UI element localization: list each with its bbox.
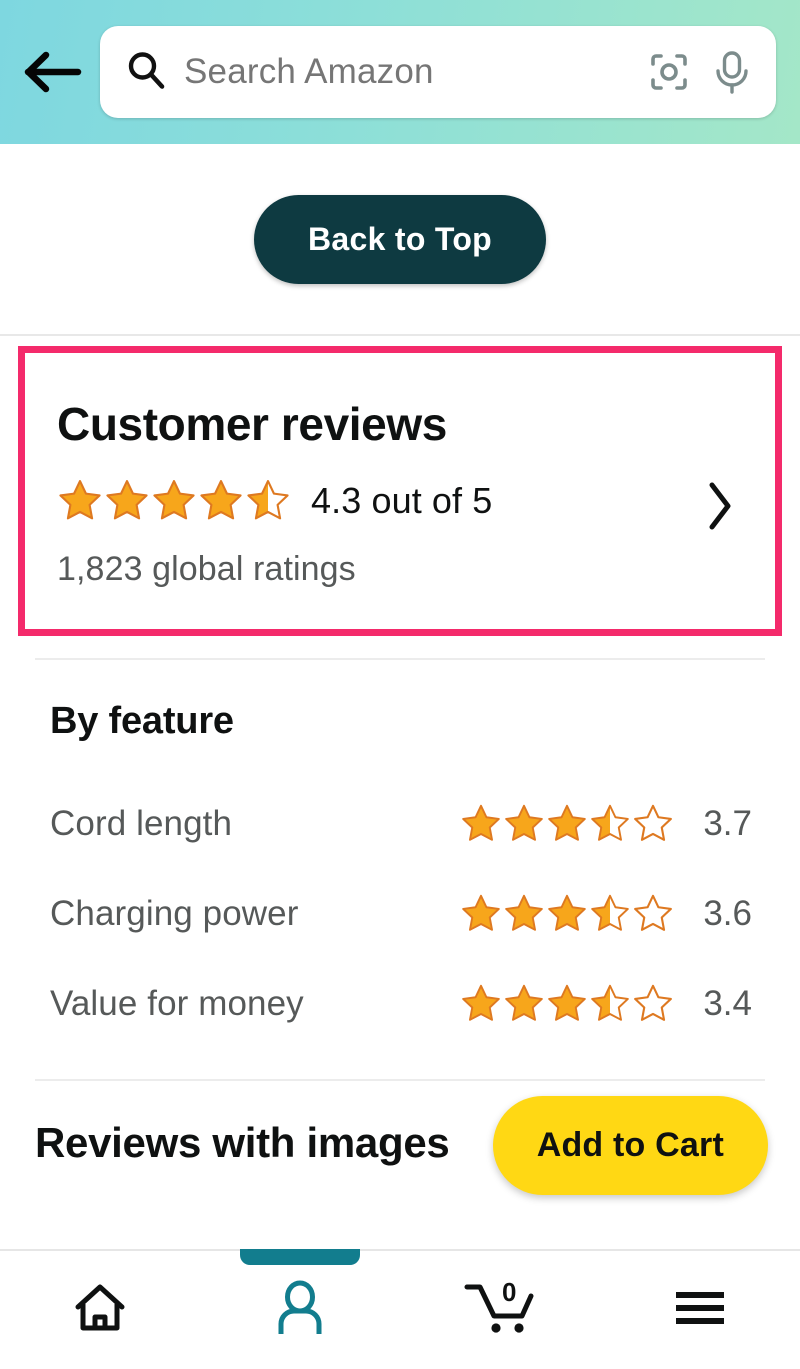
feature-stars bbox=[460, 893, 674, 935]
hamburger-icon bbox=[671, 1286, 729, 1335]
feature-score: 3.6 bbox=[703, 893, 752, 933]
overall-rating-stars bbox=[57, 478, 291, 524]
by-feature-section: By feature Cord length 3.7 Charging powe… bbox=[0, 660, 800, 1049]
back-to-top-section: Back to Top bbox=[0, 144, 800, 334]
overall-rating-row: 4.3 out of 5 bbox=[57, 478, 695, 524]
global-ratings-count: 1,823 global ratings bbox=[57, 549, 356, 588]
feature-score: 3.4 bbox=[703, 983, 752, 1023]
feature-stars bbox=[460, 803, 674, 845]
feature-label: Cord length bbox=[50, 803, 233, 843]
search-icon bbox=[126, 50, 166, 95]
feature-row: Value for money 3.4 bbox=[50, 959, 752, 1049]
bottom-navigation-bar: 0 bbox=[0, 1249, 800, 1369]
by-feature-heading: By feature bbox=[50, 699, 234, 742]
feature-row: Charging power 3.6 bbox=[50, 869, 752, 959]
section-divider-byfeature bbox=[35, 1078, 765, 1081]
chevron-right-icon[interactable] bbox=[695, 472, 745, 545]
add-to-cart-button[interactable]: Add to Cart bbox=[492, 1096, 768, 1195]
search-bar[interactable]: Search Amazon bbox=[100, 26, 776, 118]
feature-score: 3.7 bbox=[703, 803, 752, 843]
feature-rating: 3.7 bbox=[460, 803, 752, 845]
cart-count-badge: 0 bbox=[502, 1277, 517, 1307]
overall-rating-text: 4.3 out of 5 bbox=[311, 479, 493, 521]
feature-rating: 3.4 bbox=[460, 983, 752, 1025]
back-arrow-icon[interactable] bbox=[22, 41, 84, 103]
feature-rating: 3.6 bbox=[460, 893, 752, 935]
feature-label: Value for money bbox=[50, 983, 304, 1023]
home-icon bbox=[72, 1280, 128, 1341]
cart-icon bbox=[463, 1278, 537, 1343]
app-header: Search Amazon bbox=[0, 0, 800, 144]
amazon-product-reviews-screen: Search Amazon Back to Top Customer revie… bbox=[0, 0, 800, 1369]
active-tab-indicator bbox=[240, 1249, 360, 1265]
nav-item-account[interactable] bbox=[200, 1249, 400, 1369]
nav-item-cart[interactable]: 0 bbox=[400, 1251, 600, 1369]
feature-label: Charging power bbox=[50, 893, 299, 933]
back-to-top-button[interactable]: Back to Top bbox=[253, 194, 547, 284]
customer-reviews-card[interactable]: Customer reviews 4.3 out of 5 1,823 glob… bbox=[18, 346, 782, 636]
feature-stars bbox=[460, 983, 674, 1025]
customer-reviews-content: Customer reviews 4.3 out of 5 1,823 glob… bbox=[57, 399, 695, 589]
person-icon bbox=[273, 1280, 327, 1341]
nav-item-home[interactable] bbox=[0, 1251, 200, 1369]
page-title: Customer reviews bbox=[57, 398, 447, 450]
feature-row: Cord length 3.7 bbox=[50, 779, 752, 869]
section-divider-top bbox=[0, 334, 800, 336]
microphone-icon[interactable] bbox=[710, 48, 754, 96]
nav-item-menu[interactable] bbox=[600, 1251, 800, 1369]
camera-scan-icon[interactable] bbox=[646, 49, 692, 95]
search-input[interactable]: Search Amazon bbox=[184, 52, 628, 92]
